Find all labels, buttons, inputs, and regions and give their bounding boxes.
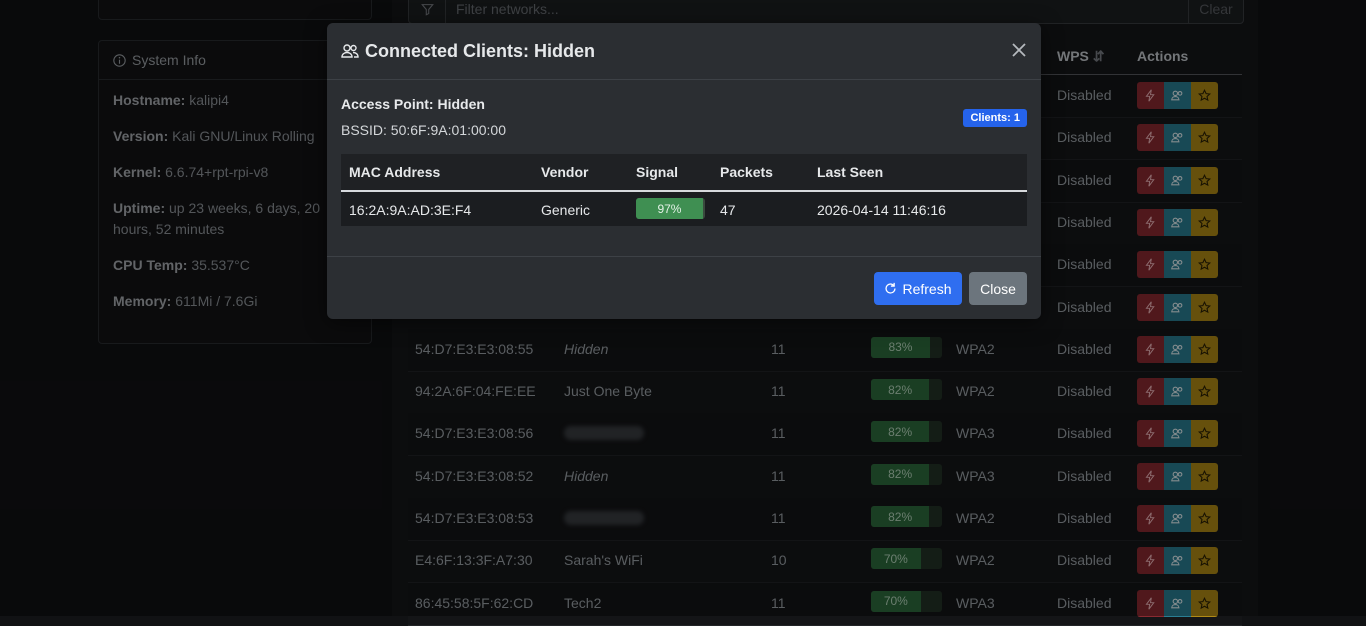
clients-table-header: MAC Address Vendor Signal Packets Last S…: [341, 154, 1027, 192]
refresh-label: Refresh: [902, 280, 952, 297]
client-mac: 16:2A:9A:AD:3E:F4: [349, 202, 472, 218]
column-header-packets: Packets: [720, 164, 773, 180]
modal-header: Connected Clients: Hidden: [327, 23, 1041, 80]
client-signal-value: 97%: [636, 198, 703, 219]
modal-title: Connected Clients: Hidden: [365, 40, 596, 61]
client-packets: 47: [720, 202, 736, 218]
column-header-last-seen: Last Seen: [817, 164, 884, 180]
client-last-seen: 2026-04-14 11:46:16: [817, 202, 946, 218]
client-row: 16:2A:9A:AD:3E:F4 Generic 97% 47 2026-04…: [341, 192, 1027, 226]
clients-table: MAC Address Vendor Signal Packets Last S…: [341, 154, 1027, 226]
close-icon[interactable]: [1009, 39, 1029, 61]
clients-count-badge: Clients: 1: [963, 109, 1027, 127]
modal-body: Access Point: Hidden BSSID: 50:6F:9A:01:…: [327, 80, 1041, 138]
modal-footer: Refresh Close: [327, 256, 1041, 320]
access-point-label: Access Point: Hidden: [341, 96, 485, 112]
column-header-signal: Signal: [636, 164, 679, 180]
column-header-vendor: Vendor: [541, 164, 589, 180]
close-button[interactable]: Close: [969, 272, 1027, 305]
client-vendor: Generic: [541, 202, 591, 218]
refresh-icon: [885, 282, 897, 294]
client-signal-bar: 97%: [636, 198, 705, 219]
clients-modal: Connected Clients: Hidden Access Point: …: [327, 23, 1041, 319]
column-header-mac: MAC Address: [349, 164, 441, 180]
bssid-label: BSSID: 50:6F:9A:01:00:00: [341, 122, 506, 138]
refresh-button[interactable]: Refresh: [874, 272, 962, 305]
users-icon: [341, 44, 359, 58]
